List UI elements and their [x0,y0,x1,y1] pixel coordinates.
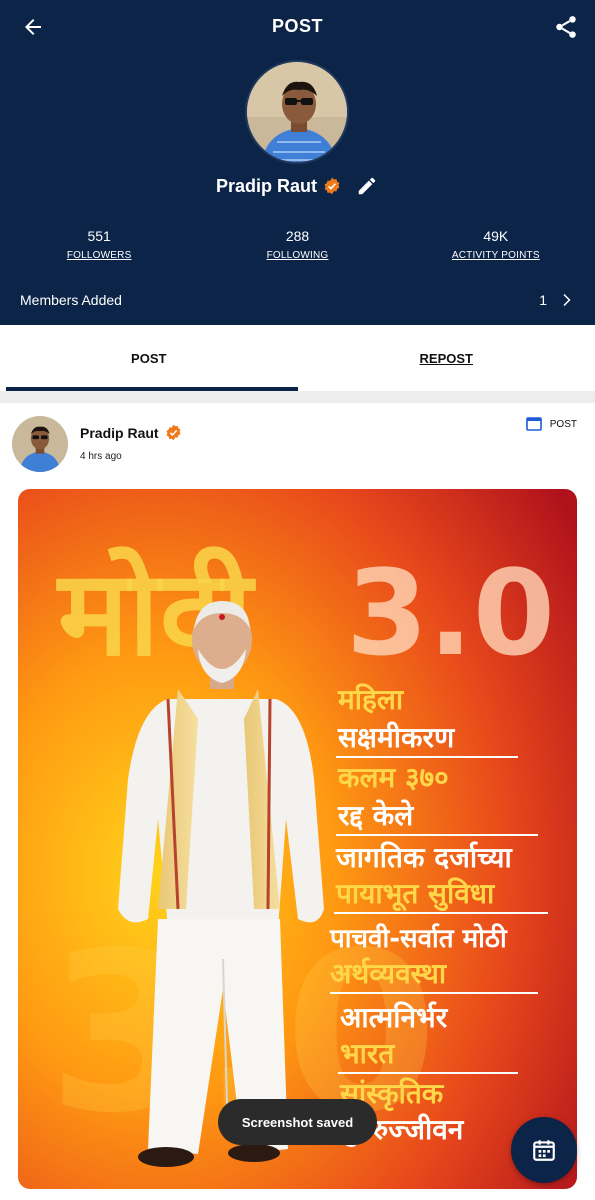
members-added-row[interactable]: Members Added 1 [20,286,575,314]
post-image[interactable]: 3.0 मोदी 3.0 [18,489,577,1189]
pencil-icon [358,177,376,195]
image-line: रद्द केले [337,799,414,832]
image-line: महिला [337,683,405,716]
post-type-label: POST [549,418,577,430]
image-line: कलम ३७० [337,761,449,794]
image-headline-right: 3.0 [346,544,555,682]
image-line: अर्थव्यवस्था [330,957,448,990]
calendar-icon [533,1140,555,1161]
verified-badge-icon [324,177,340,195]
image-line: भारत [340,1037,395,1070]
toast-notification: Screenshot saved [218,1099,377,1145]
stat-followers[interactable]: 551 FOLLOWERS [0,228,198,261]
image-line: सक्षमीकरण [337,721,456,754]
divider [0,391,595,403]
members-added-count: 1 [539,292,547,308]
profile-avatar[interactable] [245,60,349,164]
tab-label: POST [131,350,167,366]
post-timestamp: 4 hrs ago [80,451,122,462]
stat-value: 551 [87,228,111,244]
profile-name-row: Pradip Raut [0,174,595,198]
tab-repost[interactable]: REPOST [298,325,595,391]
stat-label: FOLLOWERS [66,250,132,261]
post-author-name: Pradip Raut [80,424,159,441]
tab-post[interactable]: POST [0,325,298,391]
profile-name: Pradip Raut [215,175,317,196]
calendar-fab-button[interactable] [511,1117,577,1183]
stat-label: FOLLOWING [266,250,329,261]
stat-value: 288 [285,228,310,244]
page-title: POST [271,16,323,36]
image-line: पाचवी-सर्वात मोठी [329,923,508,954]
stat-activity-points[interactable]: 49K ACTIVITY POINTS [397,228,595,261]
stat-value: 49K [483,228,509,244]
post-type-icon [525,417,542,431]
verified-badge-icon [166,424,181,441]
image-line: आत्मनिर्भर [340,1001,449,1034]
stat-label: ACTIVITY POINTS [451,250,540,261]
profile-stats: 551 FOLLOWERS 288 FOLLOWING 49K ACTIVITY… [0,228,595,261]
post-type-badge: POST [525,417,577,431]
post-author-name-row[interactable]: Pradip Raut [80,424,182,441]
post-image-graphic: 3.0 मोदी 3.0 [18,489,577,1189]
share-icon [556,16,576,38]
avatar-image [247,62,347,162]
image-line: पायाभूत सुविधा [335,877,496,912]
avatar-image [12,416,68,472]
members-added-label: Members Added [20,292,122,308]
share-button[interactable] [551,12,581,42]
stat-following[interactable]: 288 FOLLOWING [198,228,396,261]
post-author-avatar[interactable] [12,416,68,472]
post-card: Pradip Raut 4 hrs ago POST मोदी 3.0 महिल… [0,403,595,1200]
edit-profile-button[interactable] [355,174,379,198]
image-line: जागतिक दर्जाच्या [335,841,513,874]
profile-header: POST Pradip Raut 551 FOLLOWERS 288 FOLLO… [0,0,595,325]
post-tabs: POST REPOST [0,325,595,391]
members-added-right: 1 [539,291,575,309]
chevron-right-icon [563,294,571,306]
tab-label: REPOST [419,350,473,366]
